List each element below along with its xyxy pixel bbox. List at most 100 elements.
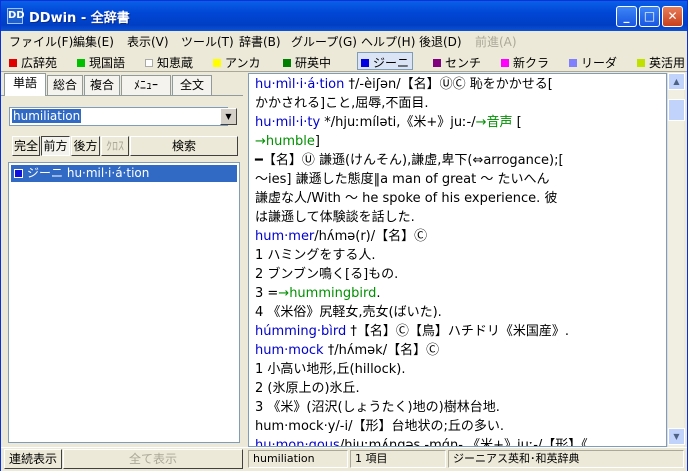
definition-text: ━【名】Ⓤ 謙遜(けんそん),謙虚,卑下(⇔arrogance);[ xyxy=(255,153,564,168)
result-dict: ジーニ xyxy=(27,166,64,180)
definition-text: */hjuːmíləti,《米+》juː-/ xyxy=(320,115,476,130)
menu-back[interactable]: 後退(D) xyxy=(419,33,462,50)
menu-group[interactable]: グループ(G) xyxy=(291,33,357,50)
dict-color-swatch xyxy=(569,59,577,67)
menu-dict[interactable]: 辞書(B) xyxy=(239,33,281,50)
dict-conjugation[interactable]: 英活用 xyxy=(637,54,685,71)
maximize-button[interactable]: □ xyxy=(639,6,660,27)
dict-color-swatch xyxy=(283,59,291,67)
mode-prefix-button[interactable]: 前方 xyxy=(41,136,70,156)
result-word: hu·mil·i·á·tion xyxy=(66,166,150,180)
menu-edit[interactable]: 編集(E) xyxy=(73,33,114,50)
headword: hu·mon·gous xyxy=(255,438,340,447)
menu-forward[interactable]: 前進(A) xyxy=(475,33,517,50)
tab-compound[interactable]: 複合 xyxy=(84,75,120,95)
title-bar[interactable]: DD DDwin - 全辞書 _ □ ✕ xyxy=(1,1,687,31)
headword: húmming·bìrd xyxy=(255,324,347,339)
dict-label: 現国語 xyxy=(89,56,126,70)
menu-help[interactable]: ヘルプ(H) xyxy=(361,33,415,50)
dict-kenkyusha[interactable]: 研英中 xyxy=(283,54,331,71)
definition-text: 〜ies] 謙遜した態度‖a man of great 〜 たいへん xyxy=(255,172,550,187)
minimize-button[interactable]: _ xyxy=(616,6,637,27)
definition-text: 3 《米》(沼沢(しょうたく)地の)樹林台地. xyxy=(255,400,500,415)
dict-color-swatch xyxy=(77,59,85,67)
definition-view[interactable]: hu·mìl·i·á·tion †/-èiʃən/【名】ⓊⒸ 恥をかかせる[ か… xyxy=(248,73,667,447)
scroll-down-icon[interactable]: ▼ xyxy=(668,428,685,445)
definition-text: 謙虚な人/With 〜 he spoke of his experience. … xyxy=(255,191,558,206)
headword: hum·mer xyxy=(255,229,315,244)
definition-text: かかされる]こと,屈辱,不面目. xyxy=(255,96,429,111)
definition-line: 1 ハミングをする人. xyxy=(255,246,376,265)
dict-label: ジーニ xyxy=(373,56,410,70)
dict-color-swatch xyxy=(501,59,509,67)
cross-reference-link[interactable]: →humble xyxy=(255,134,315,149)
tab-menu[interactable]: ﾒﾆｭｰ xyxy=(121,75,171,95)
dict-label: センチ xyxy=(445,56,482,70)
cross-reference-link[interactable]: →hummingbird xyxy=(278,286,376,301)
dict-chiezo[interactable]: 知恵蔵 xyxy=(145,54,193,71)
tab-word[interactable]: 単語 xyxy=(4,73,46,96)
definition-line: 〜ies] 謙遜した態度‖a man of great 〜 たいへん xyxy=(255,170,550,189)
list-item[interactable]: ジーニ hu·mil·i·á·tion xyxy=(11,165,237,182)
definition-text: hum·mock·y/-i/【形】台地状の;丘の多い. xyxy=(255,419,504,434)
menu-tools[interactable]: ツール(T) xyxy=(181,33,234,50)
definition-line: 4 《米俗》尻軽女,売女(ばいた). xyxy=(255,303,442,322)
dict-color-swatch xyxy=(9,59,17,67)
close-button[interactable]: ✕ xyxy=(662,6,683,27)
definition-text: 2 ブンブン鳴く[る]もの. xyxy=(255,267,399,282)
definition-line: 謙虚な人/With 〜 he spoke of his experience. … xyxy=(255,189,557,208)
dict-label: 広辞苑 xyxy=(21,56,58,70)
dict-new-crown[interactable]: 新クラ xyxy=(501,54,549,71)
search-button[interactable]: 検索 xyxy=(130,136,238,156)
definition-text: /hjuːmʌ́ŋgəs,-mɑ́ŋ-,《米+》juː-/【形】《 xyxy=(339,438,588,447)
definition-line: 2 (氷原上の)氷丘. xyxy=(255,379,360,398)
dict-label: 知恵蔵 xyxy=(157,56,194,70)
mode-suffix-button[interactable]: 後方 xyxy=(71,136,100,156)
scroll-thumb[interactable] xyxy=(668,99,685,121)
definition-line: hum·mer/hʌ́mə(r)/【名】Ⓒ xyxy=(255,227,427,246)
headword: hu·mil·i·ty xyxy=(255,115,321,130)
mode-cross-button[interactable]: ｸﾛｽ xyxy=(101,136,129,156)
search-input-value: humiliation xyxy=(12,109,82,123)
dict-color-swatch xyxy=(145,59,153,67)
definition-text: †/-èiʃən/【名】ⓊⒸ 恥をかかせる[ xyxy=(344,77,553,92)
dict-genkokugo[interactable]: 現国語 xyxy=(77,54,125,71)
tab-fulltext[interactable]: 全文 xyxy=(172,75,212,95)
status-bar: 連続表示 全て表示 humiliation 1 項目 ジーニアス英和･和英辞典 xyxy=(1,447,687,471)
dict-kojien[interactable]: 広辞苑 xyxy=(9,54,57,71)
definition-line: →humble] xyxy=(255,132,320,151)
scroll-up-icon[interactable]: ▲ xyxy=(668,73,685,90)
definition-text: ] xyxy=(314,134,320,149)
dict-color-swatch xyxy=(361,59,369,67)
result-list[interactable]: ジーニ hu·mil·i·á·tion xyxy=(8,162,240,443)
definition-line: hu·mon·gous/hjuːmʌ́ŋgəs,-mɑ́ŋ-,《米+》juː-/… xyxy=(255,436,588,447)
mode-exact-button[interactable]: 完全 xyxy=(12,136,40,156)
definition-line: hum·mock·y/-i/【形】台地状の;丘の多い. xyxy=(255,417,504,436)
menu-file[interactable]: ファイル(F) xyxy=(9,33,73,50)
chevron-down-icon[interactable]: ▼ xyxy=(220,108,237,125)
search-input[interactable]: humiliation xyxy=(9,107,228,126)
definition-line: húmming·bìrd †【名】Ⓒ【鳥】ハチドリ《米国産》. xyxy=(255,322,569,341)
definition-text: [ xyxy=(512,115,522,130)
definition-line: 3 =→hummingbird. xyxy=(255,284,380,303)
dict-color-swatch xyxy=(637,59,645,67)
continuous-display-button[interactable]: 連続表示 xyxy=(4,449,62,469)
dict-label: リーダ xyxy=(581,56,618,70)
dict-readers[interactable]: リーダ xyxy=(569,54,617,71)
definition-text: . xyxy=(376,286,381,301)
dict-color-swatch xyxy=(213,59,221,67)
definition-line: ━【名】Ⓤ 謙遜(けんそん),謙虚,卑下(⇔arrogance);[ xyxy=(255,151,564,170)
dict-genius[interactable]: ジーニ xyxy=(357,52,414,70)
definition-line: 3 《米》(沼沢(しょうたく)地の)樹林台地. xyxy=(255,398,500,417)
dict-anchor[interactable]: アンカ xyxy=(213,54,261,71)
vertical-scrollbar[interactable]: ▲ ▼ xyxy=(667,73,685,447)
menu-view[interactable]: 表示(V) xyxy=(127,33,169,50)
dict-century[interactable]: センチ xyxy=(433,54,481,71)
cross-reference-link[interactable]: →音声 xyxy=(476,115,513,130)
window-title: DDwin - 全辞書 xyxy=(29,11,130,26)
dict-label: 新クラ xyxy=(513,56,550,70)
pane-splitter[interactable] xyxy=(243,73,247,447)
tab-general[interactable]: 総合 xyxy=(47,75,83,95)
definition-line: かかされる]こと,屈辱,不面目. xyxy=(255,94,428,113)
show-all-button[interactable]: 全て表示 xyxy=(63,449,243,469)
